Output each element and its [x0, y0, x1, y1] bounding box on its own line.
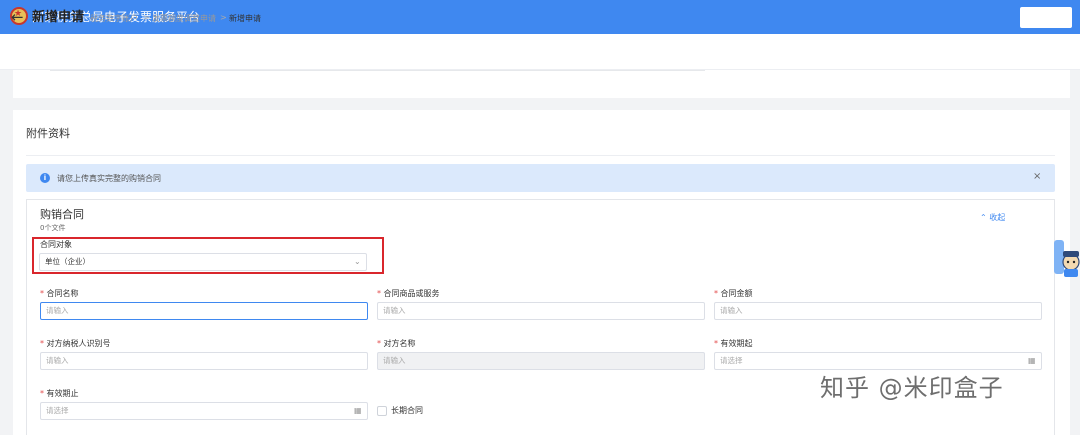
contract-object-select[interactable]: 单位（企业） [39, 253, 367, 271]
end-date-label: * 有效期止 [40, 389, 79, 398]
breadcrumb-tax-account[interactable]: 税务数字账户 [90, 13, 138, 24]
contract-amount-label: * 合同金额 [714, 289, 753, 298]
divider [50, 70, 705, 71]
goods-service-input[interactable]: 请输入 [377, 302, 705, 320]
calendar-icon: ▦ [354, 406, 362, 415]
counterparty-tax-id-label: * 对方纳税人识别号 [40, 339, 111, 348]
contract-object-label: 合同对象 [40, 240, 72, 249]
watermark-text: 知乎 @米印盒子 [820, 374, 1004, 402]
sub-header [0, 34, 1080, 70]
divider [26, 155, 1055, 156]
start-date-label: * 有效期起 [714, 339, 753, 348]
contract-amount-input[interactable]: 请输入 [714, 302, 1042, 320]
arrow-left-icon[interactable]: ← [11, 8, 24, 26]
calendar-icon: ▦ [1028, 356, 1036, 365]
contract-title: 购销合同 [40, 208, 84, 221]
section-title: 附件资料 [26, 127, 70, 140]
breadcrumb-current: 新增申请 [229, 14, 261, 23]
long-term-checkbox[interactable] [377, 406, 387, 416]
breadcrumb-separator: > [143, 13, 150, 22]
assistant-robot-icon[interactable] [1052, 236, 1080, 278]
chevron-up-icon: ⌃ [980, 213, 987, 222]
info-icon: i [40, 173, 50, 183]
contract-name-label: * 合同名称 [40, 289, 79, 298]
counterparty-name-input[interactable]: 请输入 [377, 352, 705, 370]
contract-name-input[interactable]: 请输入 [40, 302, 368, 320]
collapse-button[interactable]: ⌃ 收起 [980, 212, 1005, 223]
file-count: 0个文件 [40, 224, 66, 232]
user-area[interactable] [1020, 7, 1072, 28]
page-title: 新增申请 [32, 10, 85, 25]
breadcrumb-quota-adjust[interactable]: 发票额度调整申请 [152, 13, 216, 24]
counterparty-tax-id-input[interactable]: 请输入 [40, 352, 368, 370]
counterparty-name-label: * 对方名称 [377, 339, 416, 348]
end-date-picker[interactable]: 请选择 [40, 402, 368, 420]
goods-service-label: * 合同商品或服务 [377, 289, 440, 298]
info-alert [26, 164, 1055, 192]
long-term-label: 长期合同 [391, 406, 423, 415]
collapse-label: 收起 [989, 213, 1006, 222]
start-date-picker[interactable]: 请选择 [714, 352, 1042, 370]
close-icon[interactable]: × [1033, 171, 1041, 183]
breadcrumb-separator: > [220, 13, 227, 22]
alert-text: 请您上传真实完整的购销合同 [57, 174, 161, 183]
previous-section-card [13, 70, 1070, 98]
chevron-down-icon: ⌄ [354, 257, 361, 266]
